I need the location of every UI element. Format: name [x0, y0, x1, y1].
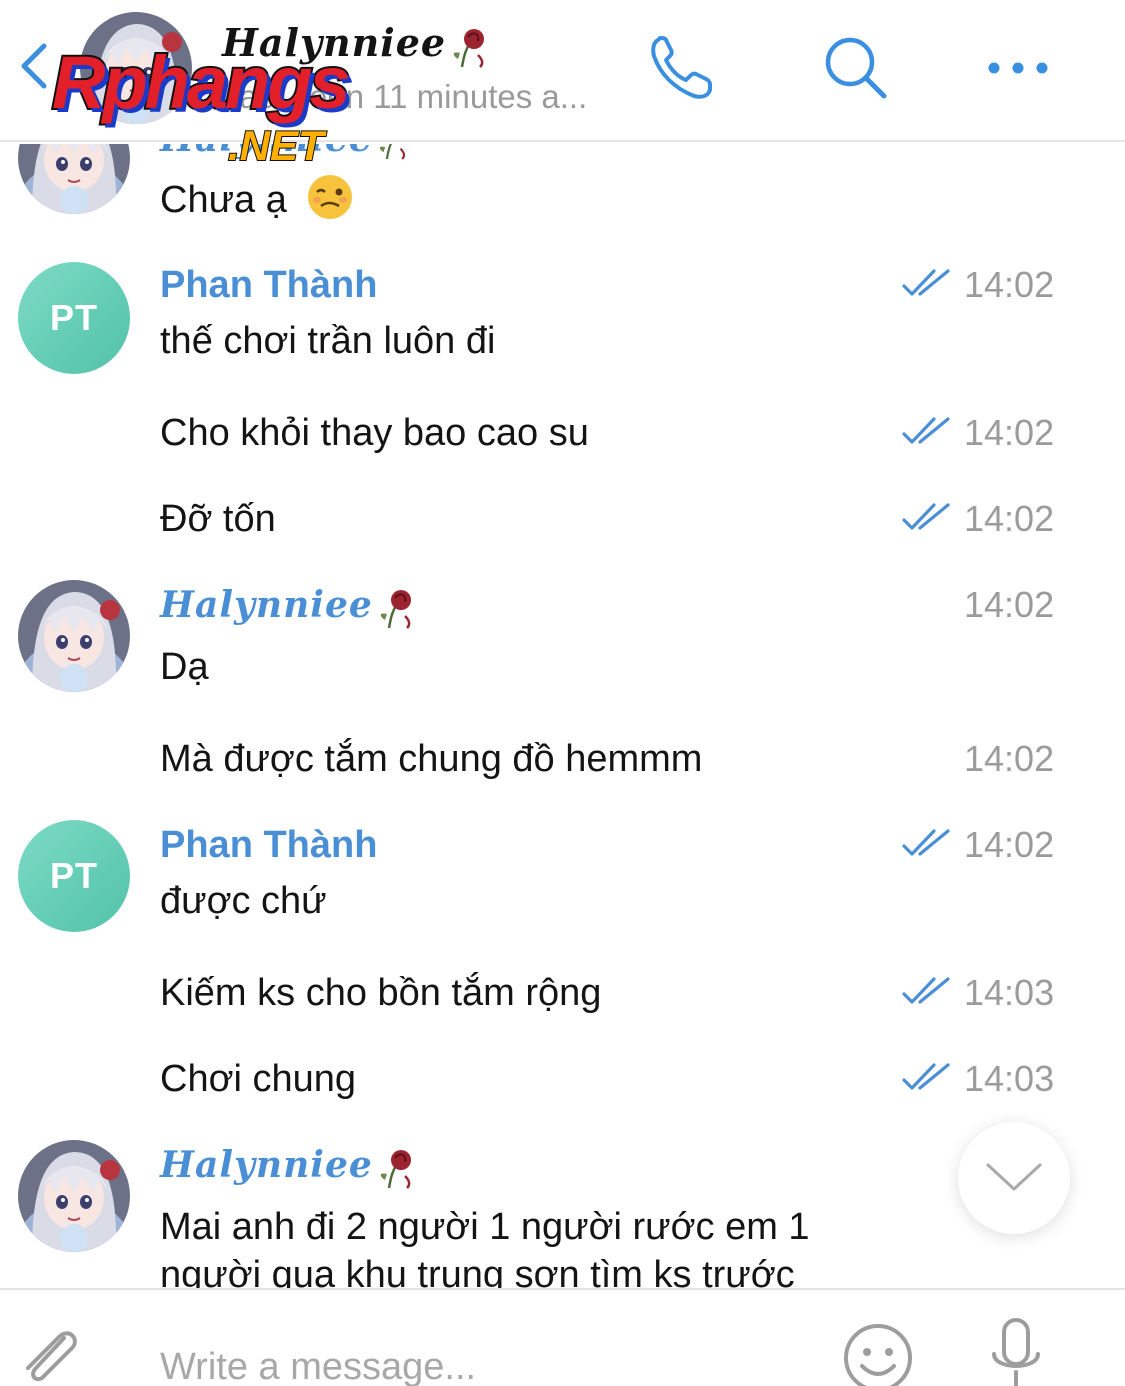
message-text[interactable]: Dạ [160, 646, 209, 689]
avatar-halynniee[interactable] [18, 580, 130, 692]
double-check-icon [902, 502, 952, 532]
double-check-icon [902, 1062, 952, 1092]
paperclip-icon[interactable] [14, 1320, 86, 1386]
message-time: 14:02 [964, 412, 1055, 453]
message-text-line2[interactable]: người qua khu trung sơn tìm ks trước [160, 1254, 795, 1288]
scroll-to-bottom-button[interactable] [958, 1122, 1070, 1234]
message-time: 14:02 [964, 264, 1055, 305]
message-text[interactable]: Chưa ạ [160, 172, 355, 222]
message-list[interactable]: Halynniee Chưa ạ PT Phan Thành thế chơi … [0, 144, 1125, 1288]
contact-name-text: Halynniee [222, 20, 447, 65]
chat-header: Halynniee last seen 11 minutes a... [0, 0, 1125, 142]
message-text-line1[interactable]: Mai anh đi 2 người 1 người rước em 1 [160, 1206, 810, 1249]
sender-name-text: Halynniee [160, 584, 373, 626]
message-text[interactable]: Kiếm ks cho bồn tắm rộng [160, 972, 601, 1015]
sender-name: Phan Thành [160, 264, 378, 306]
message-input[interactable]: Write a message... [160, 1346, 476, 1386]
double-check-icon [902, 268, 952, 298]
more-icon[interactable] [982, 30, 1058, 106]
avatar-phan-thanh[interactable]: PT [18, 820, 130, 932]
double-check-icon [902, 416, 952, 446]
avatar-initials: PT [49, 297, 98, 338]
chevron-down-icon [986, 1163, 1042, 1191]
contact-avatar[interactable] [80, 12, 192, 124]
back-chevron-icon[interactable] [14, 40, 54, 92]
microphone-icon[interactable] [986, 1316, 1046, 1386]
avatar-halynniee[interactable] [18, 144, 130, 214]
message-time: 14:02 [964, 824, 1055, 865]
message-text[interactable]: thế chơi trần luôn đi [160, 320, 495, 363]
message-time: 14:02 [964, 584, 1055, 625]
rose-icon [375, 144, 409, 161]
sender-name-text: Halynniee [160, 1144, 373, 1186]
sender-name-partial: Halynniee [160, 144, 409, 161]
last-seen-status: last seen 11 minutes a... [232, 78, 588, 115]
rose-icon [375, 586, 415, 630]
rose-icon [448, 25, 488, 69]
double-check-icon [902, 828, 952, 858]
sender-name: Halynniee [160, 584, 415, 630]
contact-name[interactable]: Halynniee [222, 20, 488, 69]
message-body: Chưa ạ [160, 179, 287, 221]
sender-name: Phan Thành [160, 824, 378, 866]
rose-icon [375, 1146, 415, 1190]
avatar-halynniee[interactable] [18, 1140, 130, 1252]
message-composer: Write a message... [0, 1288, 1125, 1386]
message-text[interactable]: Mà được tắm chung đồ hemmm [160, 738, 702, 781]
message-text[interactable]: được chứ [160, 880, 327, 923]
woozy-face-emoji-icon [308, 175, 353, 219]
message-time: 14:02 [964, 498, 1055, 539]
message-time: 14:03 [964, 1058, 1055, 1099]
sender-name-text: Halynniee [160, 144, 373, 160]
message-text[interactable]: Đỡ tốn [160, 498, 276, 541]
sender-name: Halynniee [160, 1144, 415, 1190]
message-time: 14:02 [964, 738, 1055, 779]
search-icon[interactable] [818, 30, 894, 106]
phone-icon[interactable] [644, 30, 720, 106]
avatar-initials: PT [49, 855, 98, 896]
emoji-icon[interactable] [840, 1318, 916, 1386]
message-text[interactable]: Cho khỏi thay bao cao su [160, 412, 589, 455]
message-text[interactable]: Chơi chung [160, 1058, 356, 1101]
double-check-icon [902, 976, 952, 1006]
avatar-phan-thanh[interactable]: PT [18, 262, 130, 374]
message-time: 14:03 [964, 972, 1055, 1013]
